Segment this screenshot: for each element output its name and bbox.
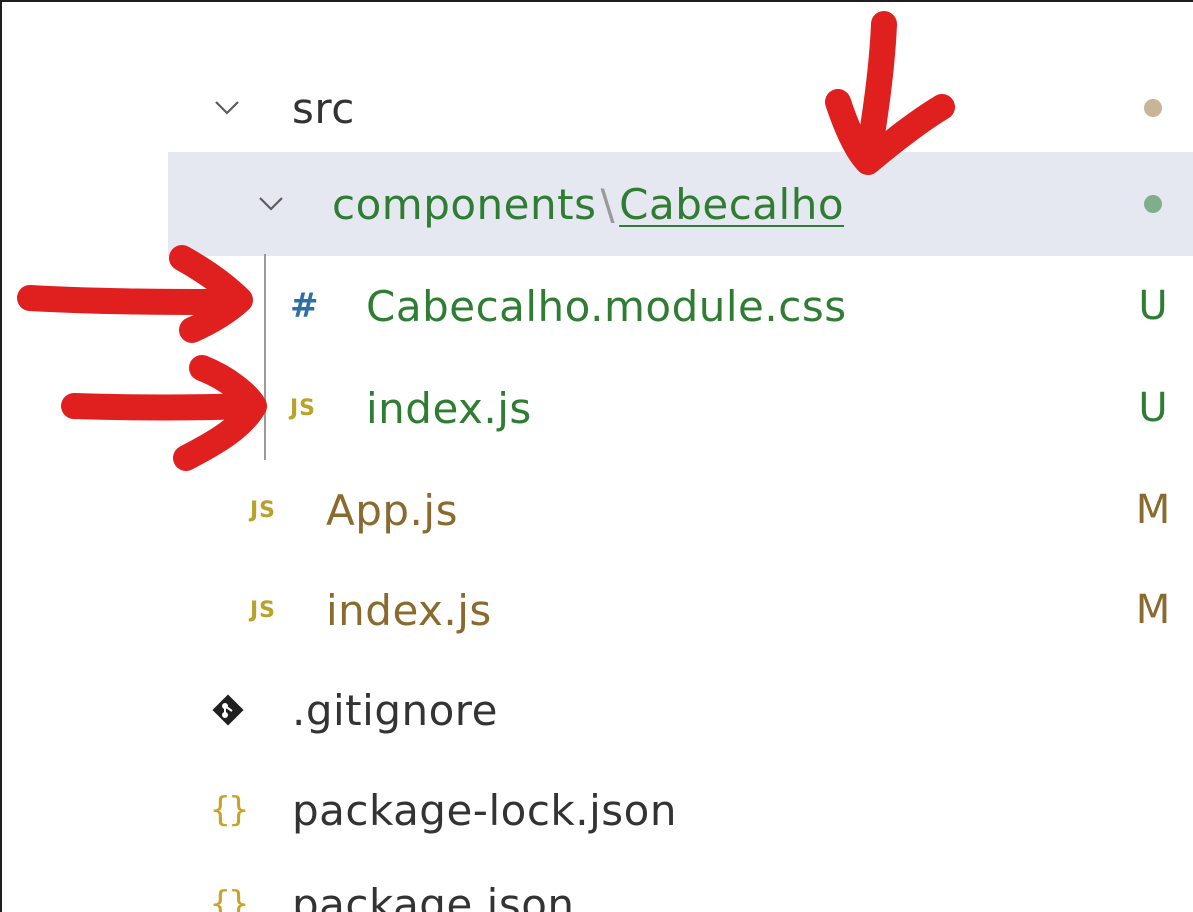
git-status-modified: M — [1135, 487, 1171, 533]
folder-label-src: src — [292, 83, 355, 133]
js-file-icon: JS — [290, 395, 317, 421]
chevron-down-icon[interactable] — [256, 152, 286, 256]
git-status-modified: M — [1135, 587, 1171, 633]
git-status-untracked: U — [1138, 283, 1168, 329]
file-label-app: App.js — [326, 485, 458, 535]
tree-file-outer-index[interactable]: JS index.js M — [2, 558, 1193, 662]
git-diamond-icon — [210, 658, 246, 762]
file-label-gitignore: .gitignore — [292, 685, 498, 735]
git-status-dot — [1133, 56, 1173, 160]
git-status-dot — [1133, 152, 1173, 256]
untracked-dot-icon — [1144, 195, 1162, 213]
json-file-icon: {} — [210, 884, 249, 912]
tree-folder-src[interactable]: src — [2, 56, 1193, 160]
modified-dot-icon — [1144, 99, 1162, 117]
js-file-icon: JS — [250, 497, 277, 523]
tree-file-gitignore[interactable]: .gitignore — [2, 658, 1193, 762]
tree-file-package[interactable]: {} package.json — [2, 852, 1193, 912]
file-label-inner-index: index.js — [366, 383, 532, 433]
file-label-outer-index: index.js — [326, 585, 492, 635]
file-label-package-lock: package-lock.json — [292, 785, 677, 835]
folder-label-cabecalho[interactable]: Cabecalho — [619, 180, 844, 229]
screenshot-frame: src components \ Cabecalho # Cabecalho.mod… — [0, 0, 1193, 912]
file-label-package: package.json — [292, 879, 575, 912]
tree-file-css[interactable]: # Cabecalho.module.css U — [2, 254, 1193, 358]
json-file-icon: {} — [210, 790, 249, 830]
js-file-icon: JS — [250, 597, 277, 623]
tree-file-package-lock[interactable]: {} package-lock.json — [2, 758, 1193, 862]
folder-label-components[interactable]: components — [332, 180, 597, 229]
file-explorer-tree: src components \ Cabecalho # Cabecalho.mod… — [2, 2, 1193, 912]
tree-folder-components-cabecalho[interactable]: components \ Cabecalho — [168, 152, 1193, 256]
tree-file-app[interactable]: JS App.js M — [2, 458, 1193, 562]
tree-file-inner-index[interactable]: JS index.js U — [2, 356, 1193, 460]
css-file-icon: # — [290, 286, 319, 326]
path-separator: \ — [600, 179, 616, 229]
file-label-css: Cabecalho.module.css — [366, 281, 847, 331]
git-status-untracked: U — [1138, 385, 1168, 431]
chevron-down-icon[interactable] — [212, 56, 242, 160]
folder-label-compact: components \ Cabecalho — [332, 152, 844, 256]
